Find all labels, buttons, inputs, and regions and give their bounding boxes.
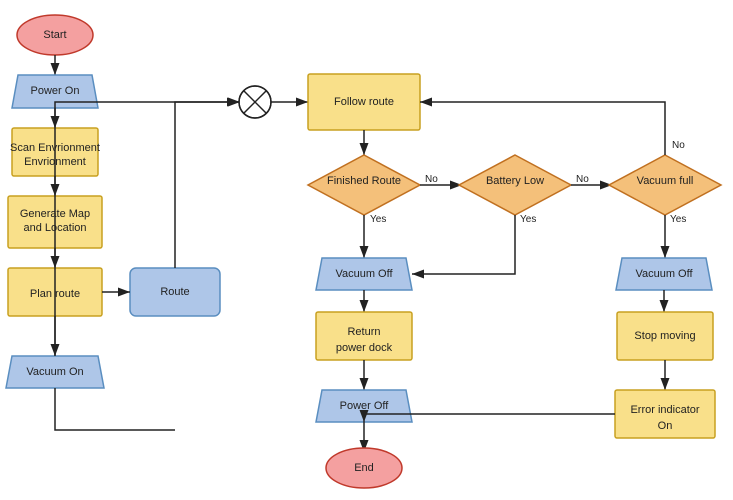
vacuum-full-label: Vacuum full	[637, 175, 694, 187]
finished-no-label: No	[425, 174, 438, 185]
finished-route-label1: Finished Route	[327, 175, 401, 187]
power-on-label: Power On	[31, 85, 80, 97]
vacuumfull-no-connector	[420, 102, 665, 155]
vacuum-on-label: Vacuum On	[26, 366, 83, 378]
battery-yes-connector	[412, 215, 515, 274]
vacuum-to-bottom-connector	[55, 388, 175, 430]
return-dock-label2: power dock	[336, 342, 393, 354]
route-to-xor-connector	[175, 102, 240, 268]
vacuum-full-no-label: No	[672, 140, 685, 151]
battery-no-label: No	[576, 174, 589, 185]
route-label: Route	[160, 286, 189, 298]
vacuum-full-yes-label: Yes	[670, 214, 686, 225]
finished-yes-label: Yes	[370, 214, 386, 225]
end-label: End	[354, 462, 374, 474]
error-indicator-label1: Error indicator	[630, 404, 699, 416]
start-label: Start	[43, 29, 66, 41]
battery-low-label: Battery Low	[486, 175, 544, 187]
battery-yes-label: Yes	[520, 214, 536, 225]
follow-route-label: Follow route	[334, 96, 394, 108]
stop-moving-label: Stop moving	[634, 330, 695, 342]
return-dock-label1: Return	[347, 326, 380, 338]
vacuum-off-2-label: Vacuum Off	[635, 268, 693, 280]
error-indicator-label2: On	[658, 420, 673, 432]
vacuum-off-1-label: Vacuum Off	[335, 268, 393, 280]
power-off-label: Power Off	[340, 400, 390, 412]
